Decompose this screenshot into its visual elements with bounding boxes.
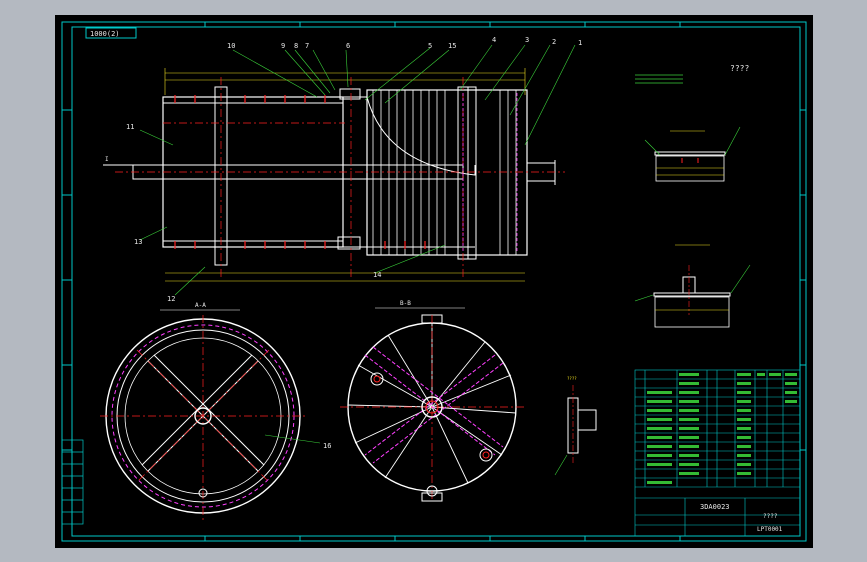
top-left-label: 1000(2) bbox=[90, 30, 120, 38]
cad-canvas[interactable]: 1000(2) I 1 2 3 4 5 6 7 8 9 10 11 12 13 … bbox=[55, 15, 813, 548]
callout-3: 3 bbox=[525, 36, 529, 44]
callout-2: 2 bbox=[552, 38, 556, 46]
section-a-label: A-A bbox=[195, 302, 206, 309]
callout-10: 10 bbox=[227, 42, 235, 50]
callout-13: 13 bbox=[134, 238, 142, 246]
title-block bbox=[634, 369, 801, 537]
callout-8: 8 bbox=[294, 42, 298, 50]
callout-14: 14 bbox=[373, 271, 381, 279]
callout-1: 1 bbox=[578, 39, 582, 47]
callout-7: 7 bbox=[305, 42, 309, 50]
callout-4: 4 bbox=[492, 36, 496, 44]
title-qmark: ???? bbox=[763, 513, 778, 520]
parts-list-text bbox=[647, 373, 797, 484]
callout-15: 15 bbox=[448, 42, 456, 50]
callout-12: 12 bbox=[167, 295, 175, 303]
section-a-a: A-A bbox=[100, 302, 321, 520]
callout-9: 9 bbox=[281, 42, 285, 50]
title-code: 3DA0023 bbox=[700, 503, 730, 511]
svg-text:I: I bbox=[105, 156, 109, 163]
svg-text:????: ???? bbox=[567, 376, 577, 381]
detail-views: ???? ???? bbox=[554, 64, 751, 476]
section-b-b: B-B bbox=[340, 300, 525, 502]
section-b-label: B-B bbox=[400, 300, 411, 307]
callout-16: 16 bbox=[323, 442, 331, 450]
main-section-view: I bbox=[103, 68, 565, 282]
leaders bbox=[139, 44, 576, 296]
callout-5: 5 bbox=[428, 42, 432, 50]
callout-11: 11 bbox=[126, 123, 134, 131]
title-bottom-code: LPT0001 bbox=[757, 526, 783, 533]
callout-6: 6 bbox=[346, 42, 350, 50]
assembly-drawing: 1000(2) I 1 2 3 4 5 6 7 8 9 10 11 12 13 … bbox=[61, 21, 807, 542]
top-right-label: ???? bbox=[730, 64, 749, 73]
